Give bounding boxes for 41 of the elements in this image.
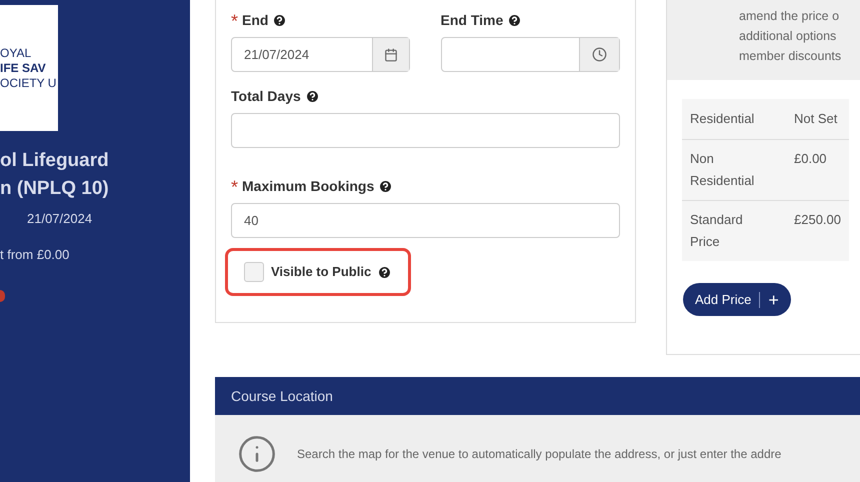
total-days-field[interactable] <box>231 113 620 148</box>
price-name: Non Residential <box>690 150 756 190</box>
field-label: Total Days <box>231 87 301 106</box>
section-title: Course Location <box>231 386 333 406</box>
price-value: £0.00 <box>794 150 827 168</box>
help-icon[interactable] <box>507 13 522 28</box>
price-name: Standard Price <box>690 211 744 251</box>
help-icon[interactable] <box>378 179 394 194</box>
required-asterisk: * <box>231 12 238 30</box>
add-price-button[interactable]: Add Price + <box>683 283 791 316</box>
checkbox[interactable] <box>244 262 264 282</box>
price-value: £250.00 <box>794 211 841 229</box>
course-date: 21/07/2024 <box>26 210 94 228</box>
max-bookings-field[interactable]: 40 <box>231 203 620 238</box>
help-icon[interactable] <box>377 264 392 280</box>
time-field[interactable] <box>440 37 620 72</box>
price-value: Not Set <box>794 110 838 128</box>
course-price: t from £0.00 <box>0 246 70 264</box>
field-label: Maximum Bookings <box>242 177 374 196</box>
logo-text: OYAL <box>0 46 32 60</box>
location-info-text: Search the map for the venue to automatically populate the address, or just enter the addre <box>297 446 782 463</box>
info-text: additional options <box>739 28 838 45</box>
required-asterisk: * <box>231 178 238 196</box>
info-icon <box>237 434 277 474</box>
field-label: End <box>242 11 268 30</box>
logo-text: OCIETY U <box>0 76 58 90</box>
info-text: member discounts <box>739 48 842 65</box>
help-icon[interactable] <box>304 89 320 104</box>
field-label: End Time <box>440 11 504 30</box>
clock-icon[interactable] <box>592 47 607 62</box>
course-title: n (NPLQ 10) <box>0 177 110 201</box>
help-icon[interactable] <box>272 13 288 28</box>
checkbox-label[interactable]: Visible to Public <box>271 262 372 282</box>
info-text: amend the price o <box>739 8 840 25</box>
calendar-icon[interactable] <box>384 48 398 62</box>
date-field[interactable]: 21/07/2024 <box>231 37 410 72</box>
badge-icon <box>0 290 5 302</box>
logo-text: IFE SAV <box>0 60 47 76</box>
date-input[interactable]: 21/07/2024 <box>232 38 372 71</box>
course-title: ol Lifeguard <box>0 149 110 173</box>
price-name: Residential <box>690 110 756 128</box>
